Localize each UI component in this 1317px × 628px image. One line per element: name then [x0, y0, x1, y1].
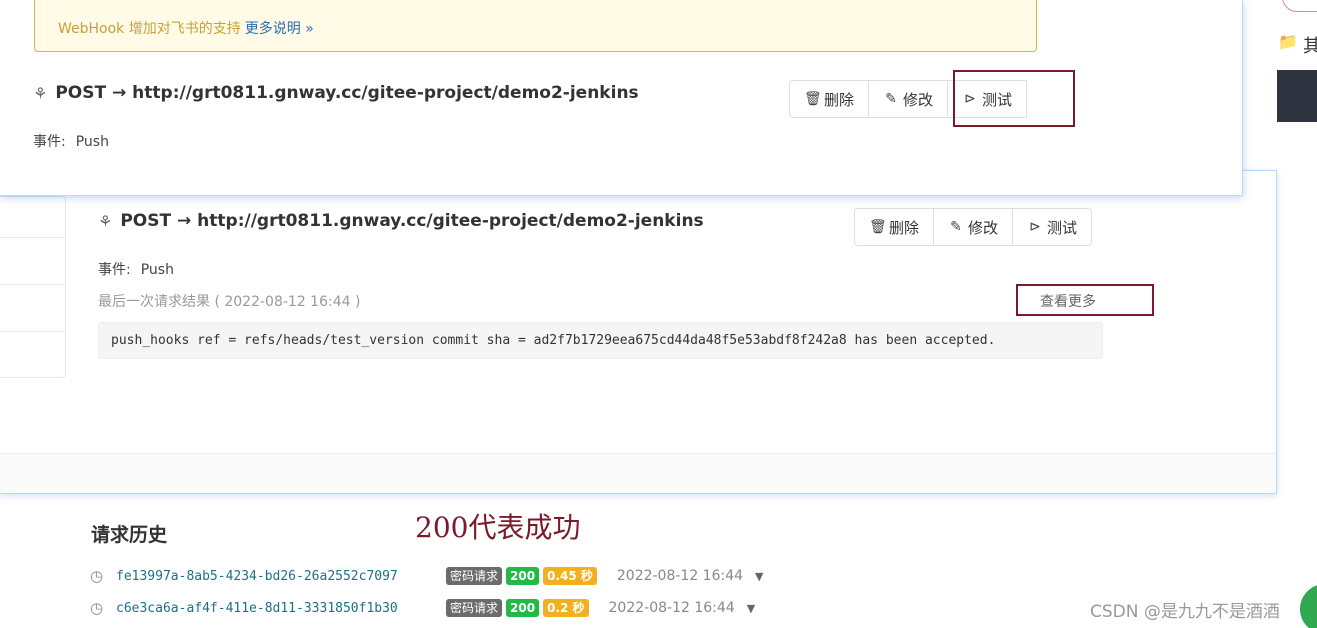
test-button[interactable]: ⊳ 测试 [1013, 209, 1091, 245]
webhook-event: 事件: Push [98, 262, 174, 278]
duration-badge: 0.2 秒 [543, 599, 589, 617]
annotation-box-test [953, 70, 1075, 127]
edge-label: 其 [1303, 36, 1317, 57]
watermark: CSDN @是九九不是酒酒 [1090, 602, 1280, 622]
response-output: push_hooks ref = refs/heads/test_version… [98, 322, 1103, 359]
panel-footer [0, 453, 1276, 493]
clock-history-icon: ◷ [90, 567, 104, 585]
webhook-title: ⚘ POST → http://grt0811.gnway.cc/gitee-p… [33, 83, 639, 103]
last-request-result: 最后一次请求结果 ( 2022-08-12 16:44 ) [98, 294, 361, 310]
trash-icon: 🗑 [804, 91, 822, 107]
edit-button[interactable]: ✎ 修改 [869, 81, 949, 117]
terminal-icon: ⊳ [1029, 219, 1041, 235]
webhook-icon: ⚘ [98, 211, 113, 231]
edit-button[interactable]: ✎ 修改 [934, 209, 1014, 245]
edge-dark-bar [1277, 70, 1317, 122]
notice-banner: WebHook 增加对飞书的支持 更多说明 » [34, 0, 1037, 52]
webhook-event: 事件: Push [33, 134, 109, 150]
history-row[interactable]: ◷ c6e3ca6a-af4f-411e-8d11-3331850f1b30 密… [90, 598, 755, 618]
request-id[interactable]: c6e3ca6a-af4f-411e-8d11-3331850f1b30 [116, 601, 446, 616]
duration-badge: 0.45 秒 [543, 567, 597, 585]
annotation-box-view-more [1016, 284, 1154, 316]
request-type-badge: 密码请求 [446, 599, 503, 617]
caret-down-icon[interactable]: ▼ [755, 570, 763, 583]
webhook-url: POST → http://grt0811.gnway.cc/gitee-pro… [55, 83, 639, 103]
webhook-icon: ⚘ [33, 83, 48, 103]
request-time: 2022-08-12 16:44 [608, 600, 735, 616]
notice-text: WebHook 增加对飞书的支持 [58, 21, 241, 37]
status-badge: 200 [506, 599, 540, 617]
status-badge: 200 [506, 567, 540, 585]
caret-down-icon[interactable]: ▼ [747, 602, 755, 615]
history-row[interactable]: ◷ fe13997a-8ab5-4234-bd26-26a2552c7097 密… [90, 566, 764, 586]
folder-icon: 📁 [1278, 32, 1298, 51]
delete-button[interactable]: 🗑 删除 [790, 81, 870, 117]
webhook-url: POST → http://grt0811.gnway.cc/gitee-pro… [120, 211, 704, 231]
trash-icon: 🗑 [869, 219, 887, 235]
webhook-actions: 🗑 删除 ✎ 修改 ⊳ 测试 [854, 208, 1093, 246]
request-time: 2022-08-12 16:44 [616, 568, 744, 584]
notice-more-link[interactable]: 更多说明 » [245, 21, 314, 37]
edit-icon: ✎ [885, 91, 897, 107]
request-type-badge: 密码请求 [446, 567, 503, 585]
history-title: 请求历史 [91, 524, 168, 546]
annotation-text: 200代表成功 [415, 511, 581, 544]
edit-icon: ✎ [950, 219, 962, 235]
delete-button[interactable]: 🗑 删除 [855, 209, 935, 245]
clock-history-icon: ◷ [90, 599, 104, 617]
side-menu [0, 196, 66, 378]
webhook-title: ⚘ POST → http://grt0811.gnway.cc/gitee-p… [98, 211, 704, 231]
request-id[interactable]: fe13997a-8ab5-4234-bd26-26a2552c7097 [116, 569, 446, 584]
